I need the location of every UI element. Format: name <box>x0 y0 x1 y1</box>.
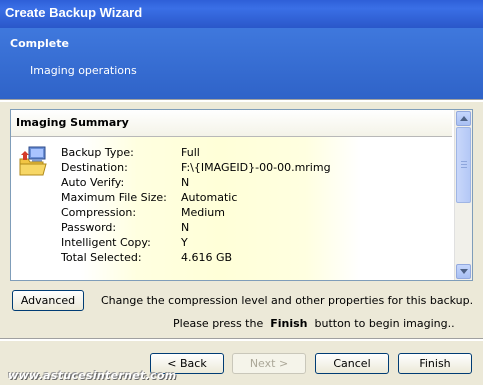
watermark-text: www.astucesinternet.com <box>8 369 177 382</box>
scroll-down-button[interactable] <box>456 264 471 279</box>
footer-divider <box>0 338 483 341</box>
summary-heading: Imaging Summary <box>16 116 129 129</box>
prop-destination: Destination: F:\{IMAGEID}-00-00.mrimg <box>61 161 331 174</box>
scroll-up-button[interactable] <box>456 111 471 126</box>
page-subtitle: Imaging operations <box>30 64 137 77</box>
cancel-button[interactable]: Cancel <box>315 353 389 374</box>
prop-total-selected: Total Selected: 4.616 GB <box>61 251 233 264</box>
next-button[interactable]: Next > <box>232 353 306 374</box>
advanced-button[interactable]: Advanced <box>12 290 84 311</box>
title-bar: Create Backup Wizard <box>0 0 483 28</box>
page-title: Complete <box>10 37 69 50</box>
backup-icon <box>19 146 47 176</box>
prop-auto-verify: Auto Verify: N <box>61 176 190 189</box>
window-title: Create Backup Wizard <box>5 5 143 20</box>
prop-backup-type: Backup Type: Full <box>61 146 200 159</box>
advanced-description: Change the compression level and other p… <box>101 294 474 307</box>
scroll-up-arrow-icon <box>460 116 468 121</box>
prop-compression: Compression: Medium <box>61 206 225 219</box>
summary-panel[interactable]: Imaging Summary Backup Type: Full Destina… <box>10 109 473 281</box>
header-divider <box>0 99 483 102</box>
finish-instruction: Please press the Finish button to begin … <box>173 317 455 330</box>
prop-password: Password: N <box>61 221 190 234</box>
scroll-down-arrow-icon <box>460 269 468 274</box>
scroll-thumb[interactable] <box>456 127 471 203</box>
finish-button[interactable]: Finish <box>398 353 472 374</box>
wizard-header: Complete Imaging operations <box>0 28 483 99</box>
summary-heading-bar: Imaging Summary <box>11 110 452 137</box>
prop-max-file-size: Maximum File Size: Automatic <box>61 191 238 204</box>
prop-intelligent-copy: Intelligent Copy: Y <box>61 236 188 249</box>
summary-scrollbar[interactable] <box>454 110 472 280</box>
